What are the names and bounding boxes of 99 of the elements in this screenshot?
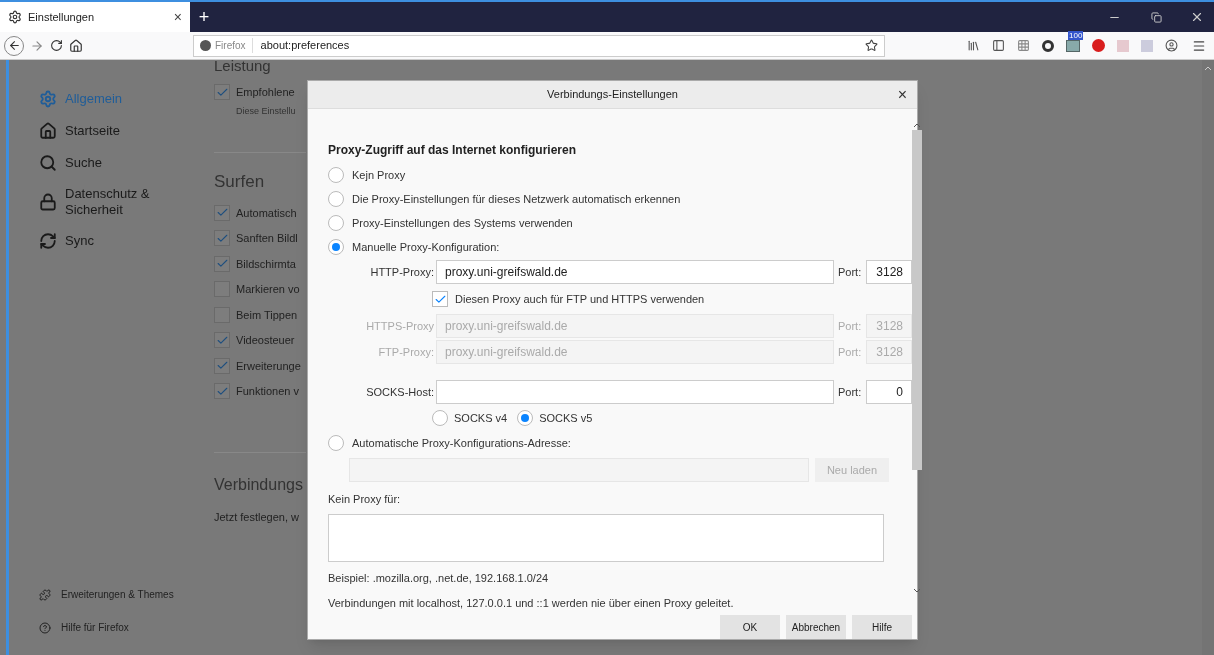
proxy-host-field[interactable] — [436, 380, 834, 404]
lock-icon — [39, 193, 57, 211]
tab-close[interactable]: × — [173, 6, 182, 28]
checkbox-label: Empfohlene — [236, 85, 295, 100]
sidebar-link[interactable]: Hilfe für Firefox — [39, 620, 214, 635]
checkbox-label: Bildschirmta — [236, 256, 296, 272]
radio-label: SOCKS v5 — [539, 410, 593, 426]
home-icon — [39, 122, 57, 140]
bookmark-star-icon[interactable] — [865, 39, 878, 52]
radio-button[interactable] — [432, 410, 448, 426]
radio-button[interactable] — [328, 239, 344, 255]
menu-icon[interactable] — [1192, 38, 1206, 53]
checkbox-label: Automatisch — [236, 205, 297, 221]
radio-label: Proxy-Einstellungen des Systems verwenden — [352, 215, 573, 231]
proxy-host-field[interactable]: proxy.uni-greifswald.de — [436, 260, 834, 284]
checkbox[interactable] — [214, 84, 230, 101]
extension-icon[interactable] — [1042, 39, 1054, 52]
back-arrow-icon — [7, 39, 21, 52]
radio-button[interactable] — [328, 191, 344, 207]
address-bar[interactable]: Firefox about:preferences — [193, 34, 885, 57]
field-label: HTTP-Proxy: — [369, 264, 435, 280]
sidebar-icon[interactable] — [992, 39, 1005, 52]
sidebar-item[interactable]: Suche — [39, 154, 214, 172]
checkbox[interactable] — [214, 230, 230, 247]
sync-icon — [39, 232, 57, 250]
grid-icon[interactable] — [1017, 39, 1030, 52]
port-label: Port: — [838, 344, 862, 360]
section-title: Surfen — [214, 171, 266, 193]
sidebar-item[interactable]: Sync — [39, 232, 214, 250]
field-label: HTTPS-Proxy — [365, 318, 435, 334]
checkbox[interactable] — [214, 383, 230, 400]
port-field[interactable]: 0 — [866, 380, 912, 404]
home-icon[interactable] — [69, 38, 83, 53]
checkbox-label: Funktionen v — [236, 384, 299, 399]
radio-button[interactable] — [328, 215, 344, 231]
sidebar-item[interactable]: Datenschutz & Sicherheit — [39, 186, 214, 218]
checkbox-label: Markieren vo — [236, 282, 300, 297]
checkbox-label: Sanften Bildl — [236, 231, 298, 246]
scroll-up-icon[interactable] — [913, 123, 921, 128]
checkbox[interactable] — [214, 357, 230, 374]
help-icon — [39, 621, 51, 634]
radio-button[interactable] — [328, 435, 344, 451]
sidebar-link[interactable]: Erweiterungen & Themes — [39, 587, 214, 602]
gear-icon — [39, 90, 57, 108]
identity-label: Firefox — [215, 38, 253, 53]
dialog-title: Verbindungs-Einstellungen — [547, 87, 678, 103]
radio-button[interactable] — [517, 410, 534, 426]
info-text: Verbindungen mit localhost, 127.0.0.1 und ::1 werden nie über einen Proxy geleitet. — [328, 595, 735, 611]
section-title: Leistung — [214, 58, 272, 74]
dialog-button[interactable]: Hilfe — [852, 615, 912, 639]
field-label: Kein Proxy für: — [328, 492, 402, 507]
port-label: Port: — [838, 384, 862, 400]
section-title: Verbindungs — [214, 474, 304, 495]
firefox-logo-icon — [200, 40, 211, 51]
forward-icon[interactable] — [30, 38, 44, 53]
url-text: about:preferences — [259, 38, 351, 54]
checkbox[interactable] — [214, 204, 230, 221]
count-badge: 100 — [1068, 30, 1084, 40]
checkbox-label: Videosteuer — [236, 333, 295, 348]
port-label: Port: — [838, 318, 862, 334]
radio-label: Manuelle Proxy-Konfiguration: — [352, 239, 500, 255]
new-tab-button[interactable]: + — [190, 2, 218, 32]
gear-icon — [8, 10, 22, 24]
setting-note: Diese Einstellu — [235, 104, 297, 118]
field-label: SOCKS-Host: — [365, 384, 435, 400]
dialog-heading: Proxy-Zugriff auf das Internet konfigurieren — [328, 142, 578, 159]
checkbox-label: Erweiterunge — [236, 358, 301, 374]
adblock-icon[interactable] — [1092, 39, 1105, 52]
radio-label: Die Proxy-Einstellungen für dieses Netzwerk automatisch erkennen — [352, 191, 681, 207]
dialog-button[interactable]: Abbrechen — [786, 615, 846, 639]
account-icon[interactable] — [1165, 39, 1178, 52]
field-label: FTP-Proxy: — [377, 344, 435, 360]
checkbox[interactable] — [214, 332, 230, 349]
close-icon[interactable] — [1190, 10, 1204, 24]
checkbox-label: Beim Tippen — [236, 307, 298, 323]
no-proxy-field[interactable] — [328, 513, 884, 562]
radio-button[interactable] — [328, 167, 344, 183]
example-text: Beispiel: .mozilla.org, .net.de, 192.168.1.0/24 — [328, 571, 550, 586]
checkbox[interactable] — [214, 255, 230, 272]
scrollbar-thumb[interactable] — [912, 130, 922, 470]
restore-icon[interactable] — [1151, 11, 1162, 23]
reload-icon[interactable] — [50, 39, 63, 52]
checkbox[interactable] — [432, 291, 448, 307]
section-text: Jetzt festlegen, w — [214, 509, 300, 525]
radio-label: SOCKS v4 — [454, 410, 508, 426]
radio-label: Automatische Proxy-Konfigurations-Adresse: — [352, 435, 571, 451]
checkbox-label: Diesen Proxy auch für FTP und HTTPS verwenden — [455, 291, 705, 307]
dialog-close[interactable]: × — [897, 82, 907, 107]
library-icon[interactable] — [967, 39, 980, 52]
search-icon — [39, 154, 57, 172]
scroll-down-icon[interactable] — [913, 588, 921, 593]
sidebar-item[interactable]: Startseite — [39, 122, 214, 140]
port-field[interactable]: 3128 — [866, 260, 912, 284]
browser-tab[interactable]: Einstellungen × — [0, 2, 190, 32]
puzzle-icon — [39, 588, 51, 601]
port-label: Port: — [838, 264, 862, 280]
radio-label: Kejn Proxy — [352, 167, 406, 183]
dialog-button[interactable]: OK — [720, 615, 780, 639]
tab-title: Einstellungen — [28, 9, 96, 25]
